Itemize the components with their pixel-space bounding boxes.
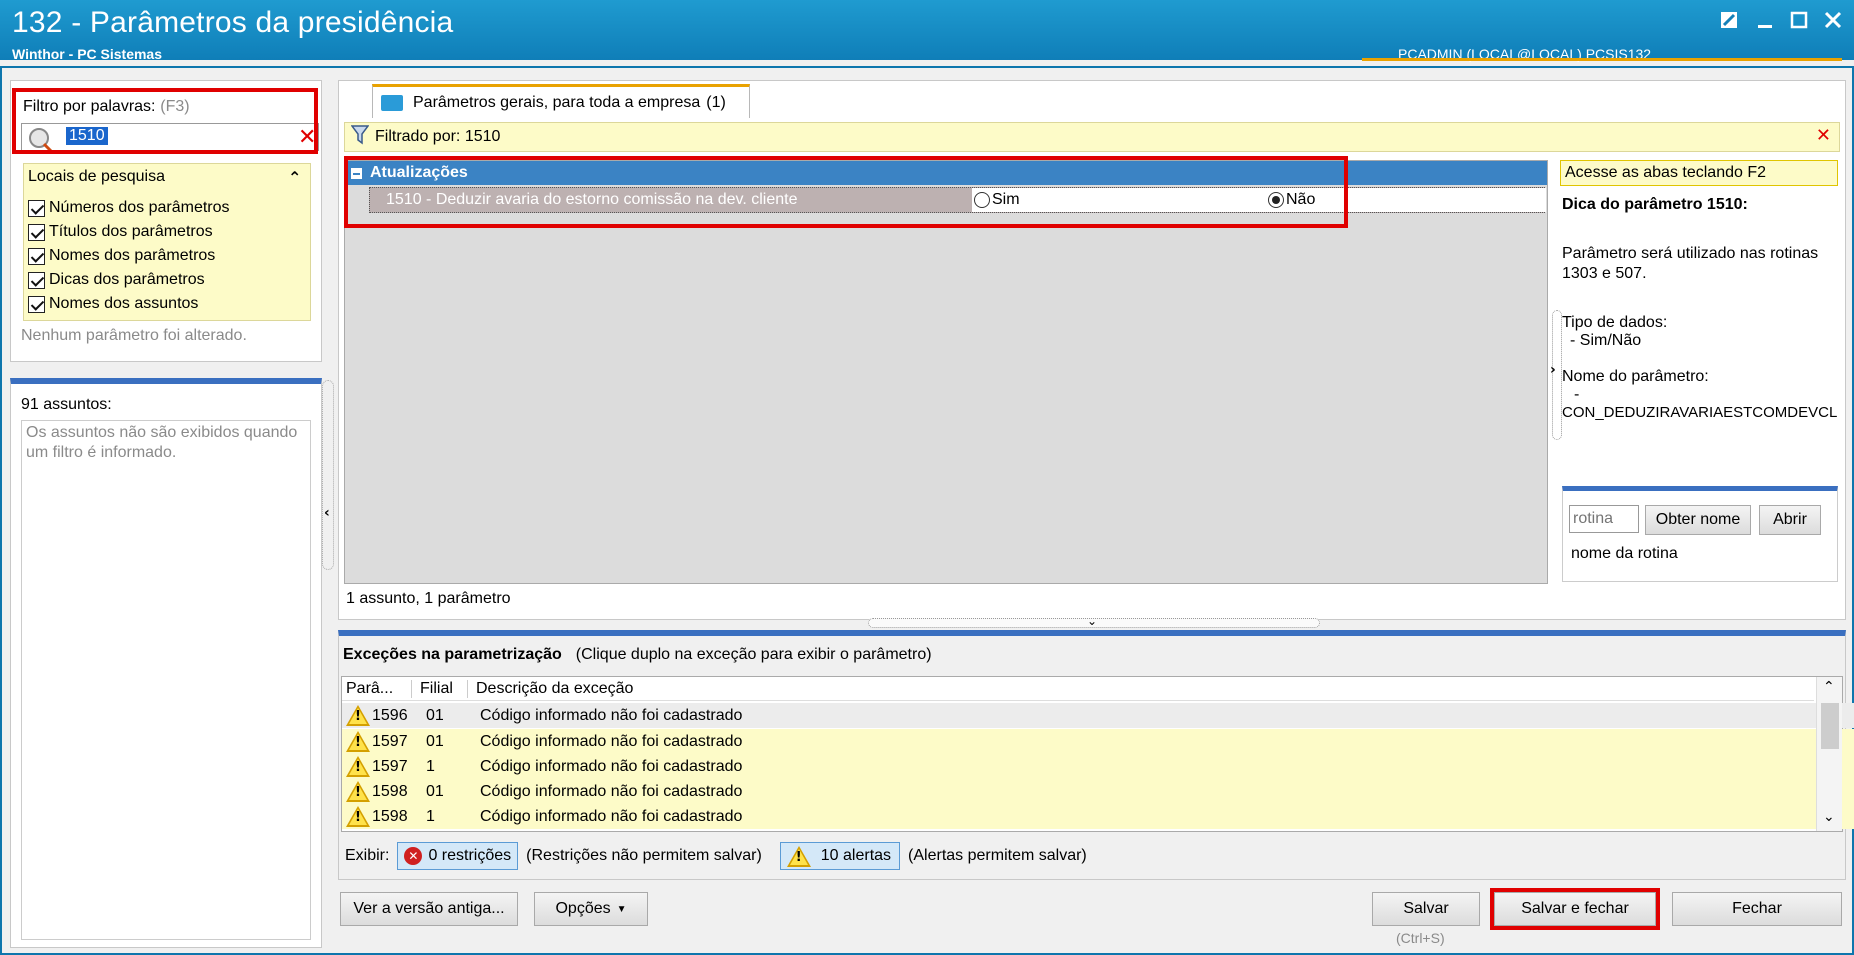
col-filial[interactable]: Filial	[412, 679, 468, 698]
status-text: Nenhum parâmetro foi alterado.	[21, 327, 247, 344]
options-button[interactable]: Opções ▼	[534, 892, 648, 926]
scroll-down-icon[interactable]: ⌄	[1823, 809, 1835, 825]
filter-bar: Filtrado por: 1510 ✕	[344, 122, 1840, 152]
show-label: Exibir:	[345, 847, 390, 864]
expand-right-icon[interactable]: ›	[1550, 362, 1556, 378]
save-button[interactable]: Salvar	[1372, 892, 1480, 926]
chevron-down-icon[interactable]: ⌄	[1087, 614, 1097, 628]
search-locations-list: Números dos parâmetros Títulos dos parâm…	[28, 196, 230, 316]
close-icon[interactable]	[1820, 8, 1846, 34]
checkbox-param-titles[interactable]: Títulos dos parâmetros	[28, 220, 230, 244]
user-underline	[1362, 58, 1842, 61]
folder-icon	[381, 94, 403, 111]
scroll-up-icon[interactable]: ⌃	[1823, 679, 1835, 695]
rotina-input[interactable]	[1569, 505, 1639, 533]
subjects-panel: 91 assuntos: Os assuntos não são exibido…	[10, 378, 322, 948]
restrictions-button[interactable]: ✕ 0 restrições	[397, 842, 519, 870]
data-type-value: - Sim/Não	[1570, 332, 1642, 349]
param-name-dash: -	[1574, 386, 1580, 403]
window-title: 132 - Parâmetros da presidência	[12, 6, 454, 39]
checkbox-param-tips[interactable]: Dicas dos parâmetros	[28, 268, 230, 292]
get-name-button[interactable]: Obter nome	[1645, 505, 1751, 535]
summary-text: 1 assunto, 1 parâmetro	[346, 590, 511, 607]
exceptions-header: Parâ... Filial Descrição da exceção	[342, 677, 1814, 701]
rotina-panel: Obter nome Abrir nome da rotina	[1562, 486, 1838, 582]
warning-icon	[786, 845, 811, 867]
subjects-list[interactable]: Os assuntos não são exibidos quando um f…	[21, 420, 311, 940]
old-version-button[interactable]: Ver a versão antiga...	[340, 892, 518, 926]
alerts-button[interactable]: 10 alertas	[779, 842, 901, 870]
tip-content: Dica do parâmetro 1510: Parâmetro será u…	[1562, 196, 1842, 421]
collapse-icon[interactable]: ⌃	[288, 168, 301, 187]
subjects-count: 91 assuntos:	[21, 396, 112, 413]
window-subtitle: Winthor - PC Sistemas	[12, 46, 163, 62]
exceptions-table: Parâ... Filial Descrição da exceção 1596…	[341, 676, 1854, 832]
subjects-message: Os assuntos não são exibidos quando um f…	[26, 424, 298, 461]
checkbox-param-numbers[interactable]: Números dos parâmetros	[28, 196, 230, 220]
warning-icon	[346, 731, 370, 752]
tip-description: Parâmetro será utilizado nas rotinas 130…	[1562, 245, 1819, 282]
collapse-left-icon[interactable]: ‹	[324, 505, 330, 521]
restrictions-note: (Restrições não permitem salvar)	[526, 847, 762, 864]
funnel-icon	[350, 125, 370, 149]
search-locations-box: Locais de pesquisa ⌃ Números dos parâmet…	[23, 163, 311, 321]
save-shortcut: (Ctrl+S)	[1396, 930, 1445, 946]
data-type-label: Tipo de dados:	[1562, 314, 1668, 331]
checkbox-subject-names[interactable]: Nomes dos assuntos	[28, 292, 230, 316]
exceptions-panel: Exceções na parametrização (Clique duplo…	[338, 630, 1854, 880]
col-description[interactable]: Descrição da exceção	[468, 680, 633, 698]
table-row[interactable]: 159601Código informado não foi cadastrad…	[342, 703, 1854, 728]
title-bar: 132 - Parâmetros da presidência Winthor …	[0, 0, 1854, 62]
edit-icon[interactable]	[1716, 8, 1742, 34]
search-locations-header: Locais de pesquisa	[28, 168, 165, 185]
error-icon: ✕	[404, 847, 423, 865]
warning-icon	[346, 756, 370, 777]
filter-highlight	[12, 88, 318, 154]
tab-general-params[interactable]: Parâmetros gerais, para toda a empresa (…	[372, 84, 750, 118]
table-row[interactable]: 15981Código informado não foi cadastrado	[342, 804, 1854, 829]
maximize-icon[interactable]	[1786, 8, 1812, 34]
dropdown-arrow-icon: ▼	[616, 903, 627, 915]
param-name-value: CON_DEDUZIRAVARIAESTCOMDEVCL	[1562, 404, 1838, 421]
save-close-highlight	[1490, 888, 1660, 930]
clear-filter-bar-icon[interactable]: ✕	[1816, 125, 1831, 146]
table-row[interactable]: 159701Código informado não foi cadastrad…	[342, 729, 1854, 754]
param-highlight	[344, 156, 1348, 228]
alerts-note: (Alertas permitem salvar)	[908, 847, 1087, 864]
table-row[interactable]: 15971Código informado não foi cadastrado	[342, 754, 1854, 779]
tip-hint: Acesse as abas teclando F2	[1560, 160, 1838, 186]
warning-icon	[346, 781, 370, 802]
tip-title: Dica do parâmetro 1510:	[1562, 196, 1748, 213]
splitter-left[interactable]	[322, 380, 334, 570]
param-name-label: Nome do parâmetro:	[1562, 368, 1709, 385]
close-button[interactable]: Fechar	[1672, 892, 1842, 926]
exceptions-title: Exceções na parametrização	[343, 646, 562, 663]
minimize-icon[interactable]	[1752, 8, 1778, 34]
col-param[interactable]: Parâ...	[342, 679, 412, 698]
warning-icon	[346, 806, 370, 827]
warning-icon	[346, 705, 370, 726]
scroll-thumb[interactable]	[1821, 703, 1839, 749]
rotina-name-label: nome da rotina	[1571, 545, 1678, 562]
exceptions-scrollbar[interactable]: ⌃ ⌄	[1816, 677, 1842, 831]
open-button[interactable]: Abrir	[1759, 505, 1821, 535]
table-row[interactable]: 159801Código informado não foi cadastrad…	[342, 779, 1854, 804]
exceptions-hint: (Clique duplo na exceção para exibir o p…	[575, 646, 932, 663]
checkbox-param-names[interactable]: Nomes dos parâmetros	[28, 244, 230, 268]
